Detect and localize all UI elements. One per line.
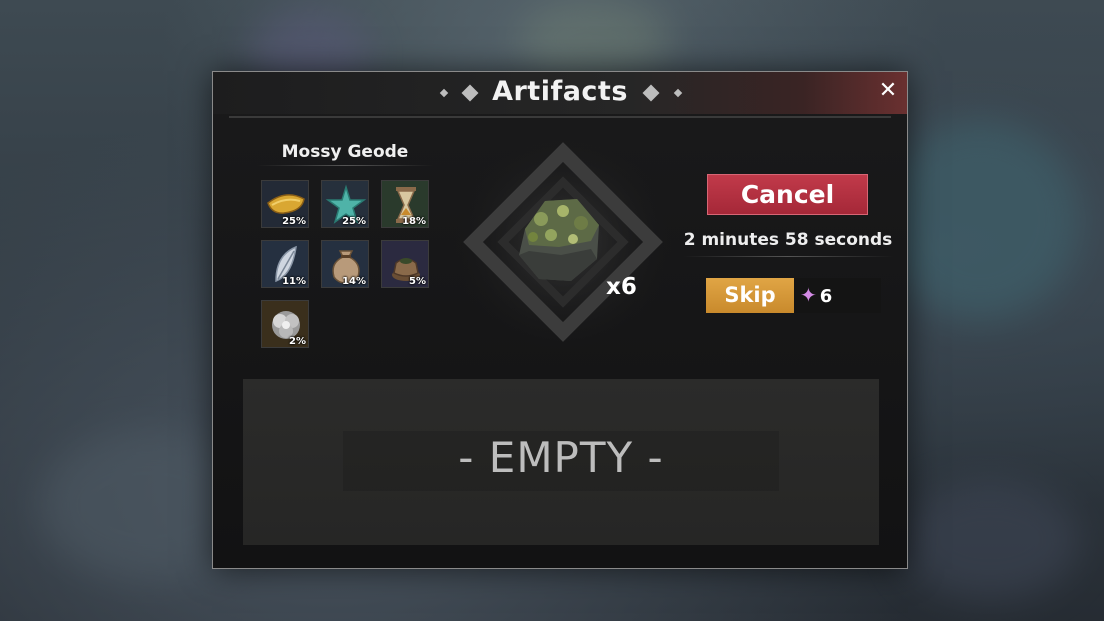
drop-slot[interactable]: 14% <box>321 240 369 288</box>
drop-chance: 2% <box>289 336 306 347</box>
drop-chance: 5% <box>409 276 426 287</box>
background-blur <box>900 480 1080 600</box>
drop-slot[interactable]: 25% <box>261 180 309 228</box>
drop-chance: 14% <box>342 276 366 287</box>
drop-slot[interactable]: 18% <box>381 180 429 228</box>
skip-cost: ✦ 6 <box>800 278 832 313</box>
cancel-button[interactable]: Cancel <box>707 174 868 215</box>
mossy-geode-icon[interactable] <box>511 189 607 289</box>
drop-source-title: Mossy Geode <box>281 142 409 162</box>
skip-control: Skip ✦ 6 <box>706 278 881 313</box>
gem-icon: ✦ <box>800 283 817 307</box>
drop-chance: 25% <box>342 216 366 227</box>
craft-queue: - EMPTY - <box>243 379 879 545</box>
divider <box>257 165 433 166</box>
close-icon: ✕ <box>878 78 898 103</box>
artifacts-window: Artifacts ✕ Mossy Geode 25% 25% 18% 11% … <box>212 71 908 569</box>
drop-slot[interactable]: 25% <box>321 180 369 228</box>
empty-queue-text: - EMPTY - <box>458 433 664 482</box>
background-blur <box>520 0 670 80</box>
drop-chance: 11% <box>282 276 306 287</box>
title-divider <box>229 116 891 118</box>
window-title: Artifacts <box>492 76 628 107</box>
divider <box>683 256 893 257</box>
remaining-time: 2 minutes 58 seconds <box>683 230 893 250</box>
craft-quantity: x6 <box>606 274 637 300</box>
drop-chance: 25% <box>282 216 306 227</box>
title-bar: Artifacts ✕ <box>213 72 907 114</box>
drop-chance: 18% <box>402 216 426 227</box>
drop-slot[interactable]: 2% <box>261 300 309 348</box>
skip-button[interactable]: Skip <box>706 278 794 313</box>
background-blur <box>880 120 1080 320</box>
drop-slot[interactable]: 5% <box>381 240 429 288</box>
skip-cost-value: 6 <box>819 286 833 307</box>
close-button[interactable]: ✕ <box>877 80 899 102</box>
drop-slot[interactable]: 11% <box>261 240 309 288</box>
